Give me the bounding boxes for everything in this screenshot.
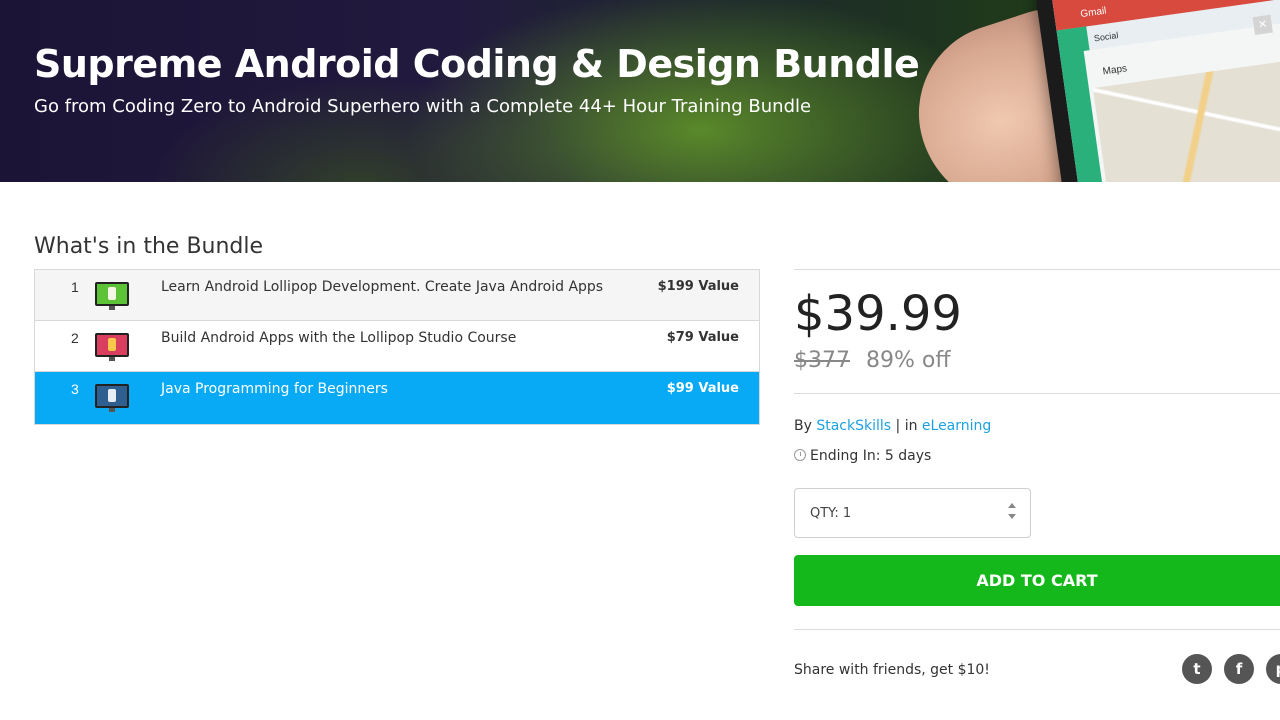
ending-text: Ending In: 5 days <box>810 448 932 464</box>
by-label: By <box>794 418 812 434</box>
page-subtitle: Go from Coding Zero to Android Superhero… <box>34 96 812 117</box>
android-course-icon <box>95 282 129 310</box>
bundle-heading: What's in the Bundle <box>34 234 264 259</box>
quantity-value: QTY: 1 <box>810 506 852 521</box>
item-number: 1 <box>71 279 79 295</box>
pinterest-icon[interactable]: p <box>1266 654 1280 684</box>
android-studio-course-icon <box>95 333 129 361</box>
phone-close-icon: ✕ <box>1252 14 1273 36</box>
item-number: 3 <box>71 381 79 397</box>
facebook-icon[interactable]: f <box>1224 654 1254 684</box>
item-title[interactable]: Java Programming for Beginners <box>161 381 388 397</box>
item-title[interactable]: Build Android Apps with the Lollipop Stu… <box>161 330 516 346</box>
item-value: $79 Value <box>666 330 739 345</box>
in-label: in <box>904 418 918 434</box>
phone-social-label: Social <box>1093 30 1119 44</box>
phone-image: Gmail Social ✕ Maps <box>1034 0 1280 182</box>
bundle-item-2[interactable]: 2 Build Android Apps with the Lollipop S… <box>35 321 759 372</box>
byline: By StackSkills | in eLearning <box>794 418 991 434</box>
category-link[interactable]: eLearning <box>922 418 991 434</box>
item-value: $199 Value <box>657 279 739 294</box>
bundle-item-1[interactable]: 1 Learn Android Lollipop Development. Cr… <box>35 270 759 321</box>
ending-info: Ending In: 5 days <box>794 448 931 464</box>
page-title: Supreme Android Coding & Design Bundle <box>34 42 920 86</box>
select-arrows-icon <box>1008 503 1016 523</box>
hero-banner: Gmail Social ✕ Maps Supreme Android Codi… <box>0 0 1280 182</box>
quantity-select[interactable]: QTY: 1 <box>794 488 1031 538</box>
current-price: $39.99 <box>794 286 962 342</box>
vendor-link[interactable]: StackSkills <box>816 418 891 434</box>
divider <box>794 269 1280 270</box>
discount-badge: 89% off <box>866 348 951 373</box>
bundle-item-3[interactable]: 3 Java Programming for Beginners $99 Val… <box>35 372 759 424</box>
share-text: Share with friends, get $10! <box>794 662 990 678</box>
clock-icon <box>794 449 806 461</box>
bundle-list: 1 Learn Android Lollipop Development. Cr… <box>34 269 760 425</box>
original-price: $377 <box>794 348 850 373</box>
byline-separator: | <box>895 418 901 434</box>
add-to-cart-button[interactable]: ADD TO CART <box>794 555 1280 606</box>
item-number: 2 <box>71 330 79 346</box>
divider <box>794 393 1280 394</box>
item-value: $99 Value <box>666 381 739 396</box>
item-title[interactable]: Learn Android Lollipop Development. Crea… <box>161 279 603 295</box>
twitter-icon[interactable]: t <box>1182 654 1212 684</box>
phone-screen: Gmail Social ✕ Maps <box>1052 0 1280 182</box>
divider <box>794 629 1280 630</box>
java-course-icon <box>95 384 129 412</box>
